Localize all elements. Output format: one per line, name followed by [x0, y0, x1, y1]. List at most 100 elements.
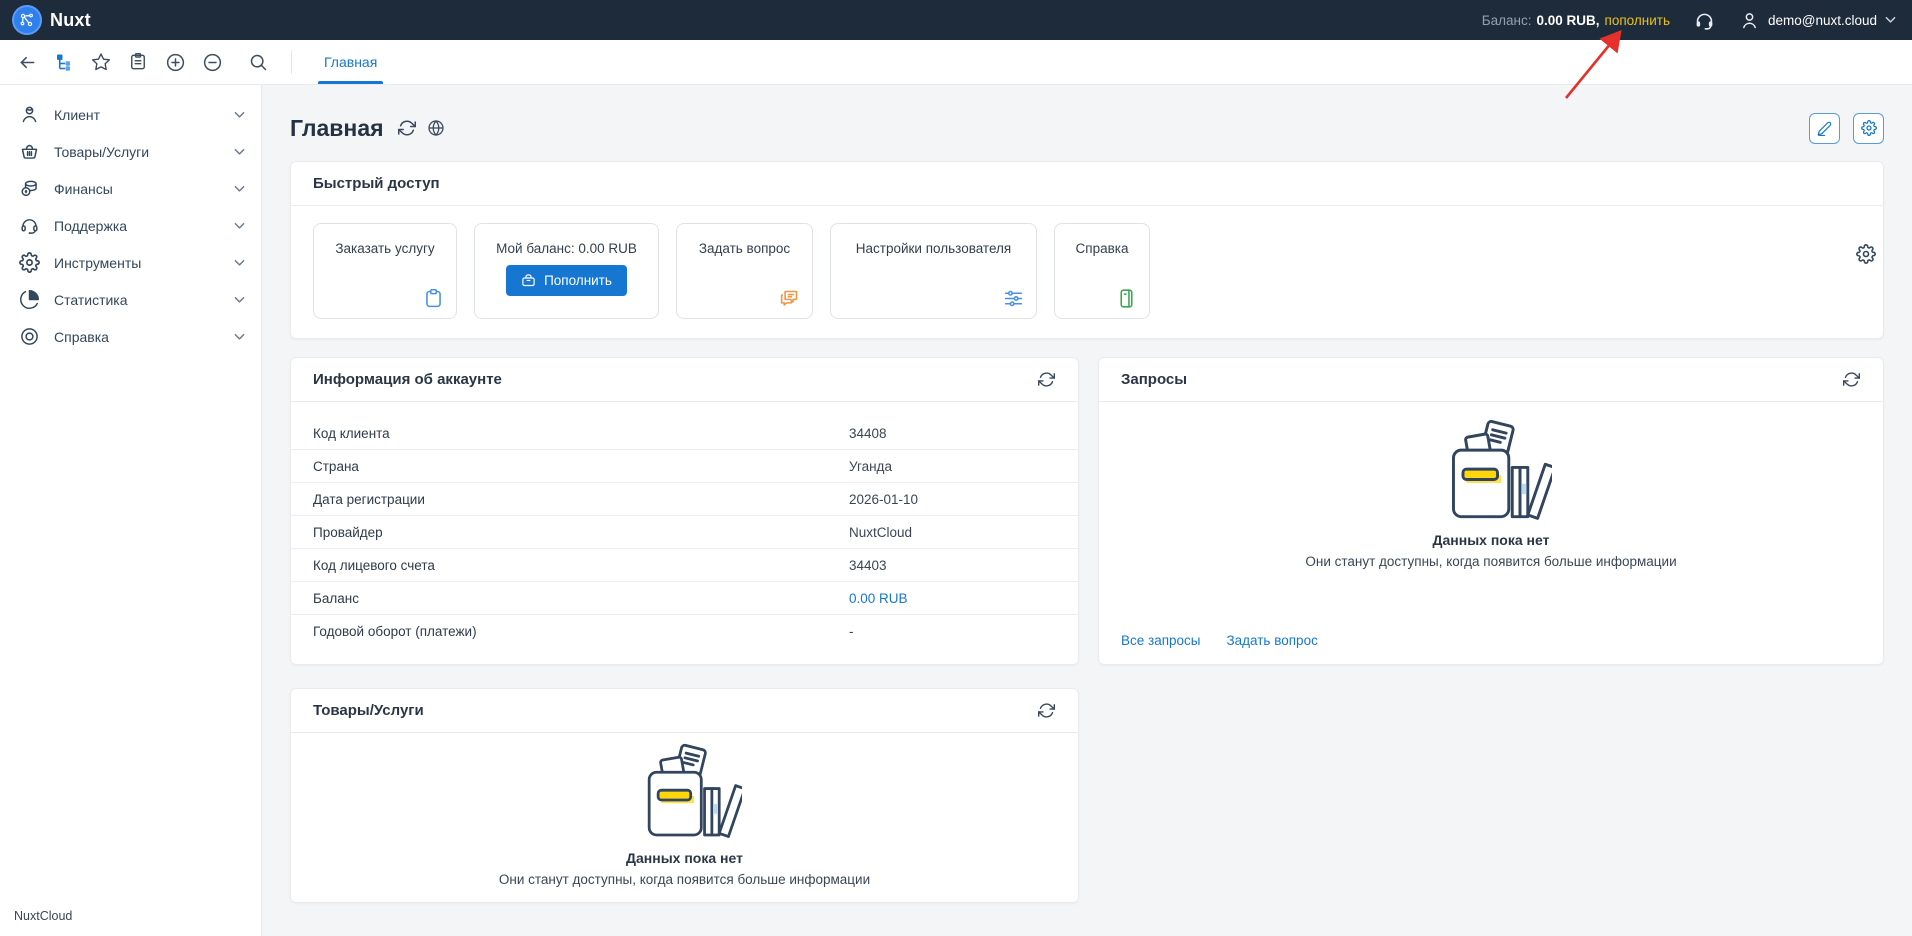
quick-card-help[interactable]: Справка — [1054, 223, 1150, 319]
menu-tree-icon[interactable] — [53, 51, 75, 73]
sidebar-item-label: Статистика — [54, 292, 220, 308]
sidebar-item-label: Поддержка — [54, 218, 220, 234]
row-value: - — [849, 624, 854, 639]
quick-card-label: Мой баланс: 0.00 RUB — [486, 241, 647, 256]
avatar-icon — [1739, 10, 1760, 31]
quick-access-panel: Быстрый доступ Заказать услугу Мой балан… — [290, 161, 1884, 339]
quick-access-settings-gear-icon[interactable] — [1856, 244, 1876, 264]
order-clipboard-icon — [423, 288, 444, 309]
tasks-clipboard-icon[interactable] — [127, 51, 149, 73]
headset-icon — [18, 215, 40, 237]
favorites-star-icon[interactable] — [90, 51, 112, 73]
toolbar-divider — [291, 50, 292, 74]
search-icon[interactable] — [247, 51, 269, 73]
empty-state-title: Данных пока нет — [1433, 532, 1550, 548]
page-title: Главная — [290, 115, 384, 142]
chevron-down-icon — [234, 185, 245, 193]
sidebar-item-finance[interactable]: Финансы — [0, 170, 261, 207]
topup-button-label: Пополнить — [544, 273, 612, 288]
account-info-panel: Информация об аккаунте Код клиента 34408… — [290, 357, 1079, 665]
coins-icon — [18, 178, 40, 200]
row-value: 2026-01-10 — [849, 492, 918, 507]
requests-panel: Запросы Данных пока нет Они станут досту… — [1098, 357, 1884, 665]
tab-main-label: Главная — [324, 54, 377, 70]
row-value: 34403 — [849, 558, 887, 573]
row-value: NuxtCloud — [849, 525, 912, 540]
row-value: Уганда — [849, 459, 892, 474]
topup-button[interactable]: Пополнить — [506, 265, 627, 296]
table-row: Провайдер NuxtCloud — [291, 516, 1078, 549]
sidebar-item-label: Финансы — [54, 181, 220, 197]
row-value: 34408 — [849, 426, 887, 441]
sidebar-item-tools[interactable]: Инструменты — [0, 244, 261, 281]
sidebar-item-products[interactable]: Товары/Услуги — [0, 133, 261, 170]
refresh-icon[interactable] — [1843, 371, 1861, 389]
quick-card-ask-question[interactable]: Задать вопрос — [676, 223, 813, 319]
row-label: Годовой оборот (платежи) — [313, 624, 477, 639]
refresh-icon[interactable] — [1038, 702, 1056, 720]
brand[interactable]: Nuxt — [12, 5, 91, 35]
quick-card-order-service[interactable]: Заказать услугу — [313, 223, 457, 319]
chevron-down-icon — [234, 333, 245, 341]
main-content: Главная Быстрый доступ Заказать услугу М… — [262, 85, 1912, 936]
sliders-icon — [1003, 288, 1024, 309]
quick-card-label: Справка — [1066, 241, 1139, 256]
sidebar-item-client[interactable]: Клиент — [0, 96, 261, 133]
table-row: Код лицевого счета 34403 — [291, 549, 1078, 582]
topbar: Nuxt Баланс: 0.00 RUB, пополнить demo@nu… — [0, 0, 1912, 40]
ask-question-link[interactable]: Задать вопрос — [1227, 633, 1318, 648]
zoom-in-icon[interactable] — [164, 51, 186, 73]
topup-link[interactable]: пополнить — [1605, 13, 1670, 28]
edit-button[interactable] — [1809, 113, 1840, 144]
balance-label: Баланс: — [1482, 13, 1532, 28]
table-row: Страна Уганда — [291, 450, 1078, 483]
quick-card-label: Настройки пользователя — [846, 241, 1021, 256]
row-label: Код клиента — [313, 426, 390, 441]
toolbar: Главная — [0, 40, 1912, 85]
settings-button[interactable] — [1853, 113, 1884, 144]
row-label: Код лицевого счета — [313, 558, 435, 573]
user-menu[interactable]: demo@nuxt.cloud — [1739, 10, 1896, 31]
zoom-out-icon[interactable] — [201, 51, 223, 73]
sidebar-item-help[interactable]: Справка — [0, 318, 261, 355]
sidebar: Клиент Товары/Услуги Финансы Поддержка И… — [0, 85, 262, 936]
empty-state-subtitle: Они станут доступны, когда появится боль… — [1305, 554, 1676, 569]
table-row: Годовой оборот (платежи) - — [291, 615, 1078, 648]
quick-card-balance: Мой баланс: 0.00 RUB Пополнить — [474, 223, 659, 319]
empty-state-title: Данных пока нет — [626, 850, 743, 866]
account-info-title: Информация об аккаунте — [313, 371, 502, 388]
quick-access-title: Быстрый доступ — [313, 175, 440, 192]
sidebar-item-label: Инструменты — [54, 255, 220, 271]
globe-link-icon[interactable] — [427, 119, 446, 138]
balance-value-link[interactable]: 0.00 RUB — [849, 591, 908, 606]
support-headset-icon[interactable] — [1694, 10, 1715, 31]
balance-value: 0.00 RUB, — [1537, 13, 1600, 28]
all-requests-link[interactable]: Все запросы — [1121, 633, 1201, 648]
requests-title: Запросы — [1121, 371, 1187, 388]
empty-state-subtitle: Они станут доступны, когда появится боль… — [499, 872, 870, 887]
refresh-icon[interactable] — [1038, 371, 1056, 389]
quick-card-label: Заказать услугу — [325, 241, 444, 256]
chevron-down-icon — [234, 259, 245, 267]
table-row: Баланс 0.00 RUB — [291, 582, 1078, 615]
table-row: Код клиента 34408 — [291, 417, 1078, 450]
sidebar-item-statistics[interactable]: Статистика — [0, 281, 261, 318]
back-icon[interactable] — [16, 51, 38, 73]
nuxt-logo-icon — [12, 5, 42, 35]
row-label: Баланс — [313, 591, 359, 606]
products-title: Товары/Услуги — [313, 702, 424, 719]
chevron-down-icon — [234, 222, 245, 230]
help-book-icon — [1116, 288, 1137, 309]
sidebar-item-support[interactable]: Поддержка — [0, 207, 261, 244]
gear-icon — [18, 252, 40, 274]
empty-state-illustration — [1431, 418, 1552, 522]
chevron-down-icon — [234, 111, 245, 119]
lifebuoy-icon — [18, 326, 40, 348]
row-label: Дата регистрации — [313, 492, 425, 507]
tab-main[interactable]: Главная — [306, 40, 395, 84]
refresh-icon[interactable] — [398, 119, 417, 138]
table-row: Дата регистрации 2026-01-10 — [291, 483, 1078, 516]
quick-card-user-settings[interactable]: Настройки пользователя — [830, 223, 1037, 319]
person-icon — [18, 104, 40, 126]
quick-card-label: Задать вопрос — [689, 241, 800, 256]
